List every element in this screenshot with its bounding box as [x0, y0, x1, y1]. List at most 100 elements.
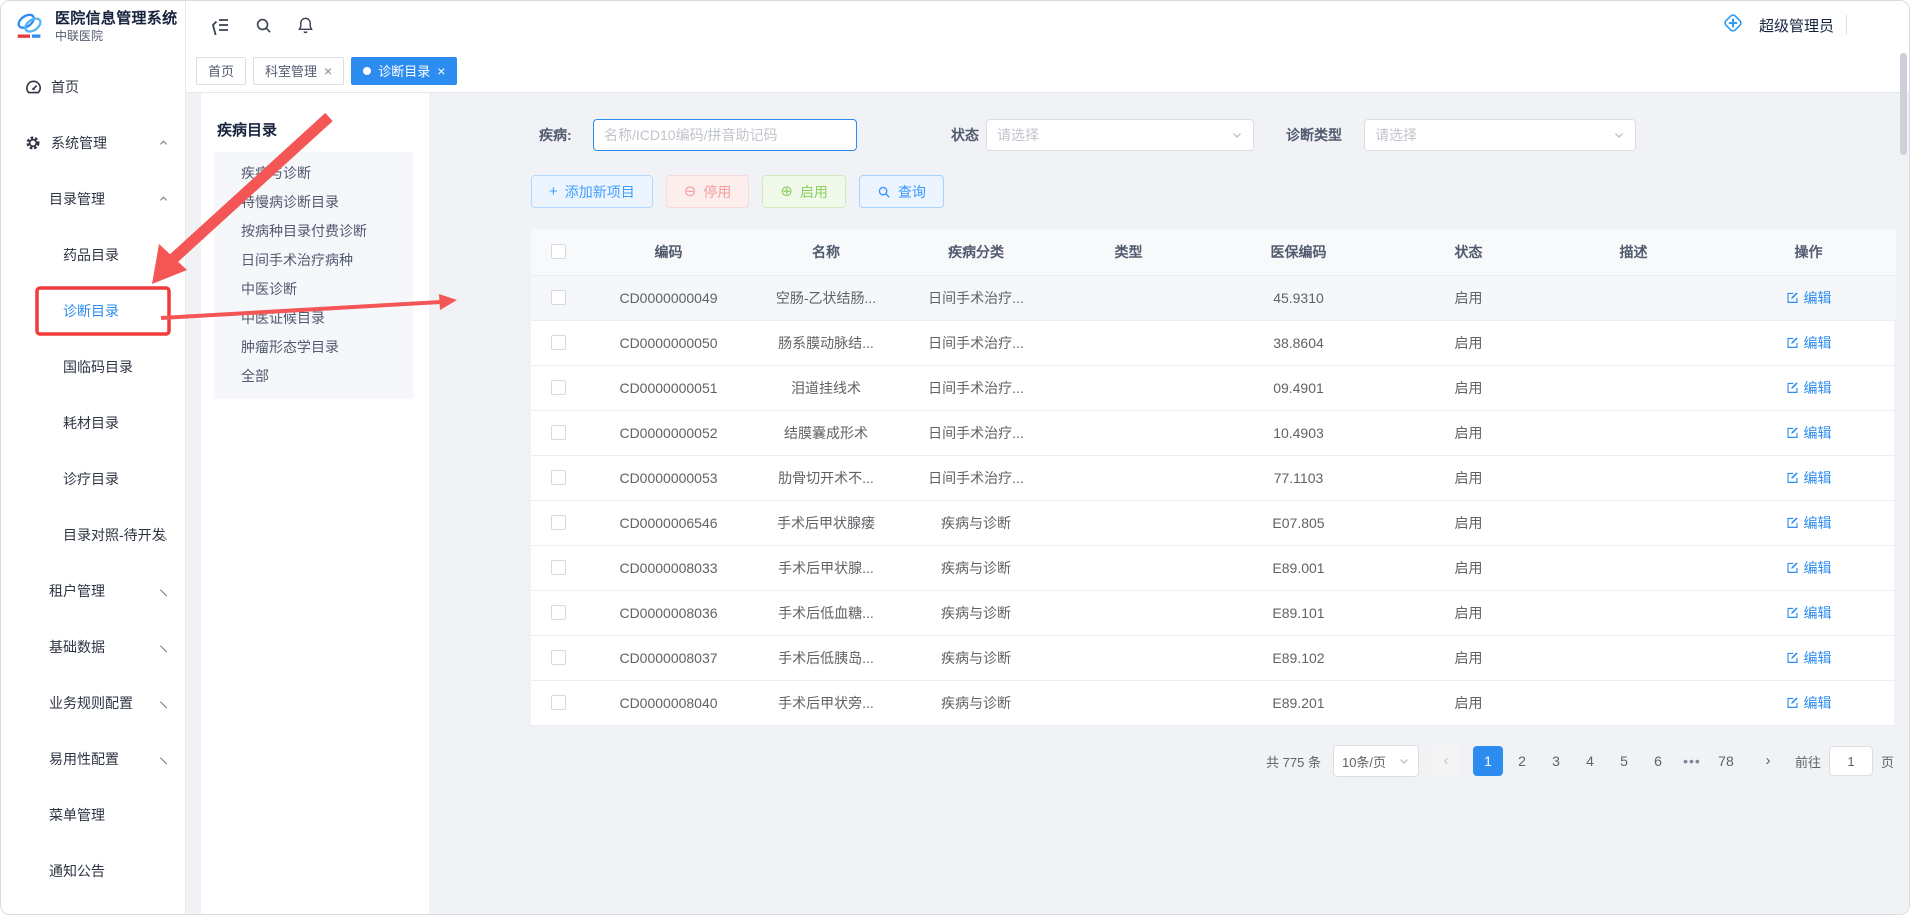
- sidebar-item-易用性配置[interactable]: 易用性配置: [1, 731, 185, 787]
- sidebar-item-耗材目录[interactable]: 耗材目录: [1, 395, 185, 451]
- diagnosis-type-label: 诊断类型: [1286, 119, 1342, 151]
- column-header-类型: 类型: [1051, 229, 1206, 275]
- sidebar-item-诊疗目录[interactable]: 诊疗目录: [1, 451, 185, 507]
- disable-button[interactable]: ⊖ 停用: [666, 175, 750, 208]
- row-checkbox[interactable]: [551, 335, 566, 350]
- catalog-item-中医证候目录[interactable]: 中医证候目录: [214, 304, 413, 333]
- sidebar-item-label: 租户管理: [49, 581, 105, 601]
- search-icon[interactable]: [246, 8, 280, 42]
- current-user[interactable]: 超级管理员: [1759, 15, 1834, 36]
- close-icon[interactable]: ×: [437, 64, 445, 78]
- diagnosis-type-select[interactable]: 请选择: [1364, 119, 1636, 151]
- table-row: CD0000008040手术后甲状旁...疾病与诊断E89.201启用编辑: [531, 680, 1896, 725]
- edit-link[interactable]: 编辑: [1786, 333, 1832, 353]
- row-checkbox[interactable]: [551, 515, 566, 530]
- row-checkbox[interactable]: [551, 425, 566, 440]
- catalog-item-全部[interactable]: 全部: [214, 362, 413, 391]
- catalog-item-疾病与诊断[interactable]: 疾病与诊断: [214, 159, 413, 188]
- select-all-checkbox[interactable]: [551, 244, 566, 259]
- prev-page-button[interactable]: ‹: [1431, 746, 1461, 776]
- row-checkbox[interactable]: [551, 560, 566, 575]
- page-78[interactable]: 78: [1711, 746, 1741, 776]
- row-checkbox-cell: [531, 410, 586, 455]
- cell-insurance_code: E89.201: [1206, 680, 1391, 725]
- page-5[interactable]: 5: [1609, 746, 1639, 776]
- magnifier-icon: [877, 185, 891, 199]
- hospital-name: 中联医院: [55, 28, 177, 44]
- page-size-select[interactable]: 10条/页: [1333, 745, 1419, 777]
- page-4[interactable]: 4: [1575, 746, 1605, 776]
- edit-icon: [1786, 471, 1799, 484]
- row-checkbox[interactable]: [551, 695, 566, 710]
- row-checkbox[interactable]: [551, 290, 566, 305]
- cell-name: 泪道挂线术: [751, 365, 901, 410]
- sidebar-item-系统管理[interactable]: 系统管理: [1, 115, 185, 171]
- tab-首页[interactable]: 首页: [196, 57, 246, 85]
- tab-科室管理[interactable]: 科室管理×: [253, 57, 344, 85]
- disease-search-input[interactable]: [593, 119, 857, 151]
- edit-link[interactable]: 编辑: [1786, 513, 1832, 533]
- edit-link[interactable]: 编辑: [1786, 558, 1832, 578]
- page-1[interactable]: 1: [1473, 746, 1503, 776]
- next-page-button[interactable]: ›: [1753, 746, 1783, 776]
- page-2[interactable]: 2: [1507, 746, 1537, 776]
- menu-fold-icon[interactable]: [204, 8, 238, 42]
- catalog-item-按病种目录付费诊断[interactable]: 按病种目录付费诊断: [214, 217, 413, 246]
- diagnosis-type-select-value: 请选择: [1375, 125, 1417, 145]
- cell-desc: [1546, 545, 1721, 590]
- catalog-item-中医诊断[interactable]: 中医诊断: [214, 275, 413, 304]
- app-window: 医院信息管理系统 中联医院 首页系统管理目录管理药品目录诊断目录国临码目录耗材目…: [0, 0, 1910, 915]
- catalog-item-日间手术治疗病种[interactable]: 日间手术治疗病种: [214, 246, 413, 275]
- close-icon[interactable]: ×: [324, 64, 332, 78]
- column-header-状态: 状态: [1391, 229, 1546, 275]
- enable-button[interactable]: ⊕ 启用: [762, 175, 846, 208]
- cell-status: 启用: [1391, 680, 1546, 725]
- edit-link[interactable]: 编辑: [1786, 648, 1832, 668]
- tab-诊断目录[interactable]: 诊断目录×: [351, 57, 457, 85]
- sidebar-item-菜单管理[interactable]: 菜单管理: [1, 787, 185, 843]
- row-checkbox[interactable]: [551, 650, 566, 665]
- table-row: CD0000006546手术后甲状腺瘘疾病与诊断E07.805启用编辑: [531, 500, 1896, 545]
- sidebar-item-租户管理[interactable]: 租户管理: [1, 563, 185, 619]
- row-checkbox-cell: [531, 635, 586, 680]
- catalog-item-肿瘤形态学目录[interactable]: 肿瘤形态学目录: [214, 333, 413, 362]
- edit-link[interactable]: 编辑: [1786, 603, 1832, 623]
- query-button[interactable]: 查询: [859, 175, 944, 208]
- add-item-button[interactable]: + 添加新项目: [531, 175, 653, 208]
- edit-link[interactable]: 编辑: [1786, 693, 1832, 713]
- row-checkbox[interactable]: [551, 605, 566, 620]
- sidebar-item-国临码目录[interactable]: 国临码目录: [1, 339, 185, 395]
- row-checkbox[interactable]: [551, 380, 566, 395]
- vertical-scrollbar[interactable]: [1900, 53, 1907, 155]
- sidebar-item-通知公告[interactable]: 通知公告: [1, 843, 185, 899]
- row-checkbox[interactable]: [551, 470, 566, 485]
- sidebar-item-诊断目录[interactable]: 诊断目录: [1, 283, 185, 339]
- sidebar-item-label: 首页: [51, 77, 79, 97]
- cell-actions: 编辑: [1721, 455, 1896, 500]
- sidebar-item-药品目录[interactable]: 药品目录: [1, 227, 185, 283]
- edit-link[interactable]: 编辑: [1786, 288, 1832, 308]
- page-3[interactable]: 3: [1541, 746, 1571, 776]
- page-size-value: 10条/页: [1342, 752, 1386, 771]
- sidebar-item-业务规则配置[interactable]: 业务规则配置: [1, 675, 185, 731]
- edit-link[interactable]: 编辑: [1786, 423, 1832, 443]
- sidebar-item-首页[interactable]: 首页: [1, 59, 185, 115]
- status-select[interactable]: 请选择: [986, 119, 1254, 151]
- edit-link[interactable]: 编辑: [1786, 378, 1832, 398]
- data-table: 编码名称疾病分类类型医保编码状态描述操作 CD0000000049空肠-乙状结肠…: [531, 229, 1894, 726]
- sidebar-item-目录对照-待开发[interactable]: 目录对照-待开发: [1, 507, 185, 563]
- bell-icon[interactable]: [288, 8, 322, 42]
- edit-label: 编辑: [1804, 378, 1832, 398]
- page-6[interactable]: 6: [1643, 746, 1673, 776]
- edit-icon: [1786, 516, 1799, 529]
- sidebar-item-目录管理[interactable]: 目录管理: [1, 171, 185, 227]
- cell-insurance_code: 38.8604: [1206, 320, 1391, 365]
- cell-desc: [1546, 410, 1721, 455]
- cell-name: 手术后甲状旁...: [751, 680, 901, 725]
- cell-actions: 编辑: [1721, 275, 1896, 320]
- edit-link[interactable]: 编辑: [1786, 468, 1832, 488]
- catalog-item-特慢病诊断目录[interactable]: 特慢病诊断目录: [214, 188, 413, 217]
- logo: 医院信息管理系统 中联医院: [1, 1, 185, 53]
- goto-page-input[interactable]: [1829, 746, 1873, 776]
- sidebar-item-基础数据[interactable]: 基础数据: [1, 619, 185, 675]
